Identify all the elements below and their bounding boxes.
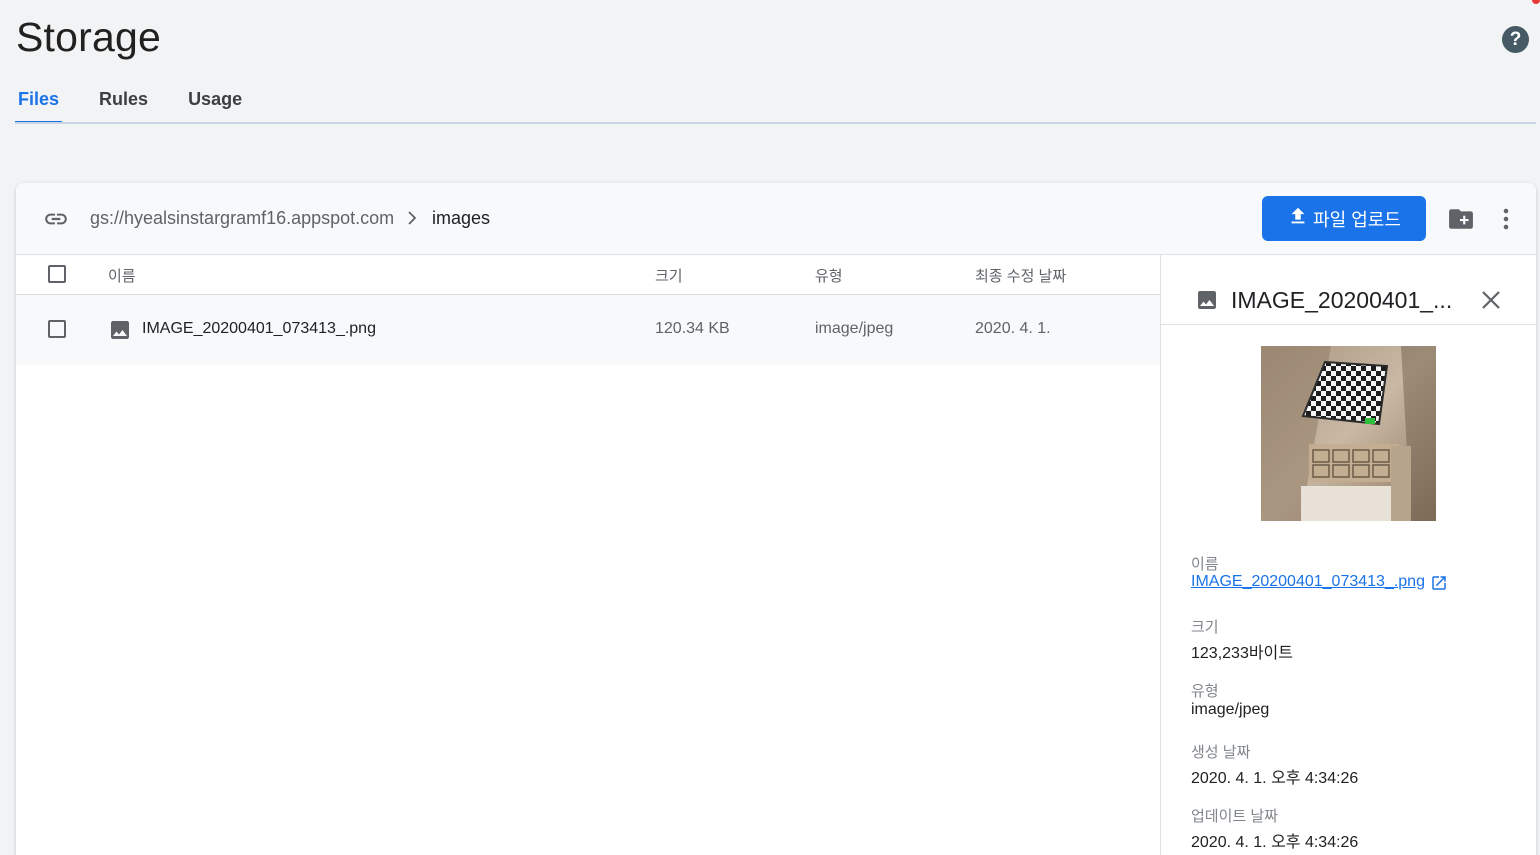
image-preview[interactable] <box>1261 346 1436 521</box>
help-icon[interactable]: ? <box>1502 26 1529 53</box>
close-icon[interactable] <box>1480 289 1502 316</box>
updated-label: 업데이트 날짜 <box>1191 808 1278 825</box>
updated-value: 2020. 4. 1. 오후 4:34:26 <box>1191 834 1359 851</box>
type-label: 유형 <box>1191 683 1219 700</box>
more-vert-icon[interactable] <box>1502 207 1510 236</box>
type-value: image/jpeg <box>1191 701 1270 718</box>
name-label: 이름 <box>1191 556 1219 573</box>
files-card: gs://hyealsinstargramf16.appspot.com ima… <box>16 183 1536 855</box>
tab-rules[interactable]: Rules <box>96 86 151 124</box>
file-size: 120.34 KB <box>655 320 730 337</box>
size-value: 123,233바이트 <box>1191 645 1293 662</box>
upload-label: 파일 업로드 <box>1313 209 1401 230</box>
tab-usage[interactable]: Usage <box>185 86 245 124</box>
tab-files[interactable]: Files <box>15 86 63 124</box>
file-name[interactable]: IMAGE_20200401_073413_.png <box>142 320 376 338</box>
file-list: 이름 크기 유형 최종 수정 날짜 IMAGE_20200401_073413_… <box>16 255 1160 855</box>
bucket-path[interactable]: gs://hyealsinstargramf16.appspot.com <box>90 208 394 229</box>
column-type[interactable]: 유형 <box>815 265 843 286</box>
size-label: 크기 <box>1191 619 1219 636</box>
file-modified: 2020. 4. 1. <box>975 320 1051 337</box>
tabs-divider <box>15 122 1536 124</box>
created-label: 생성 날짜 <box>1191 744 1251 761</box>
details-panel: IMAGE_20200401_... 이름 IMAGE_20200401_073… <box>1160 255 1536 855</box>
files-toolbar: gs://hyealsinstargramf16.appspot.com ima… <box>16 183 1536 255</box>
file-list-header: 이름 크기 유형 최종 수정 날짜 <box>16 255 1160 295</box>
details-header: IMAGE_20200401_... <box>1161 255 1536 325</box>
link-icon <box>43 206 69 237</box>
new-folder-icon[interactable] <box>1448 208 1474 235</box>
upload-icon <box>1287 205 1309 232</box>
breadcrumb-folder: images <box>432 208 491 228</box>
page-title: Storage <box>16 14 162 60</box>
column-name[interactable]: 이름 <box>108 265 136 286</box>
select-all-checkbox[interactable] <box>48 265 66 283</box>
open-in-new-icon[interactable] <box>1430 574 1448 597</box>
details-title: IMAGE_20200401_... <box>1231 287 1453 313</box>
chevron-right-icon <box>405 209 419 232</box>
created-value: 2020. 4. 1. 오후 4:34:26 <box>1191 770 1359 787</box>
table-row[interactable]: IMAGE_20200401_073413_.png 120.34 KB ima… <box>16 295 1160 365</box>
column-modified[interactable]: 최종 수정 날짜 <box>975 265 1066 286</box>
tab-bar: Files Rules Usage <box>15 86 279 124</box>
image-icon <box>108 318 132 347</box>
notification-dot <box>1532 0 1540 4</box>
download-link[interactable]: IMAGE_20200401_073413_.png <box>1191 573 1425 591</box>
file-type: image/jpeg <box>815 320 894 337</box>
row-checkbox[interactable] <box>48 320 66 338</box>
image-icon <box>1195 288 1219 317</box>
column-size[interactable]: 크기 <box>655 265 683 286</box>
upload-file-button[interactable]: 파일 업로드 <box>1262 196 1426 241</box>
